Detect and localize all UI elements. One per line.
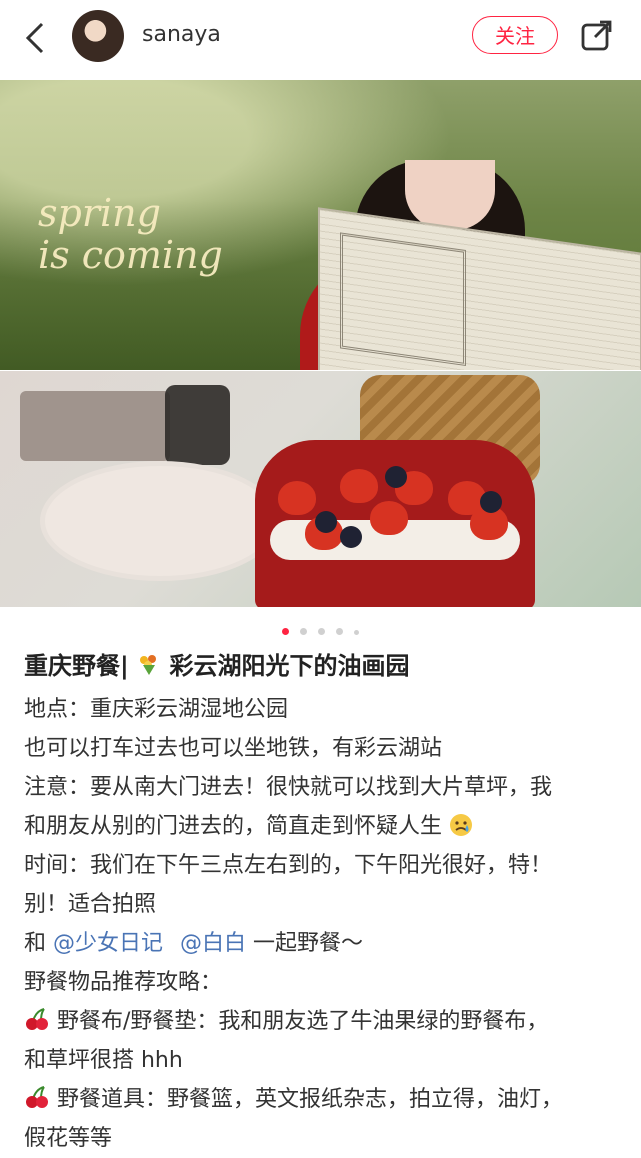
mention-link[interactable]: @少女日记 [53, 931, 163, 956]
post-line-text: 和 [24, 931, 53, 956]
title-suffix: 彩云湖阳光下的油画园 [169, 652, 410, 680]
post-line: 假花等等 [24, 1126, 113, 1151]
blueberry [385, 466, 407, 488]
strawberry [278, 481, 316, 515]
blueberry [315, 511, 337, 533]
post-image-picnic-newspaper[interactable]: spring is coming [0, 80, 641, 370]
blueberry [480, 491, 502, 513]
carousel-dot [336, 628, 344, 635]
post-line: 和 @少女日记 @白白 一起野餐～ [24, 924, 624, 963]
title-prefix: 重庆野餐| [24, 652, 129, 680]
post-title: 重庆野餐| 彩云湖阳光下的油画园 [24, 646, 624, 681]
post-line: 别！适合拍照 [24, 892, 157, 917]
mention-link[interactable]: @白白 [180, 931, 246, 956]
crying-face-icon [450, 814, 473, 836]
username[interactable]: sanaya [142, 22, 221, 47]
overlay-line2: is coming [38, 233, 223, 277]
carousel-dot [318, 628, 325, 635]
post-line-text: 一起野餐～ [253, 931, 364, 956]
post-line: 野餐道具：野餐篮，英文报纸杂志，拍立得，油灯， [24, 1080, 624, 1119]
post-line: 和朋友从别的门进去的，简直走到怀疑人生 [24, 807, 624, 846]
post-line: 野餐布/野餐垫：我和朋友选了牛油果绿的野餐布， [24, 1002, 624, 1041]
plate [40, 461, 280, 581]
strawberry [370, 501, 408, 535]
avatar[interactable] [72, 10, 124, 62]
top-bar: sanaya 关注 [0, 0, 641, 78]
back-arrow-icon[interactable] [20, 20, 52, 56]
image-overlay-text: spring is coming [38, 192, 298, 276]
carousel-indicator [0, 620, 641, 635]
carousel-dot [299, 628, 307, 635]
post-line: 注意：要从南大门进去！很快就可以找到大片草坪，我 [24, 775, 553, 800]
post-line: 野餐物品推荐攻略： [24, 970, 223, 995]
glass [165, 385, 230, 465]
post-image-picnic-cake[interactable] [0, 371, 641, 607]
bouquet-icon [140, 655, 157, 675]
post-line: 和草坪很搭 hhh [24, 1048, 183, 1073]
overlay-line1: spring [38, 191, 161, 235]
cherry-icon [26, 1008, 48, 1030]
post-line-text: 和朋友从别的门进去的，简直走到怀疑人生 [24, 814, 443, 839]
blueberry [340, 526, 362, 548]
post-line-text: 野餐道具：野餐篮，英文报纸杂志，拍立得，油灯， [57, 1087, 564, 1112]
cherry-icon [26, 1086, 48, 1108]
book [20, 391, 170, 461]
newspaper [318, 207, 641, 370]
carousel-dot [354, 630, 360, 635]
person-face [405, 160, 495, 230]
post-line-text: 野餐布/野餐垫：我和朋友选了牛油果绿的野餐布， [57, 1009, 549, 1034]
post-line: 时间：我们在下午三点左右到的，下午阳光很好，特！ [24, 853, 553, 878]
post-line: 地点：重庆彩云湖湿地公园 [24, 697, 289, 722]
strawberry [340, 469, 378, 503]
post-body: 地点：重庆彩云湖湿地公园 也可以打车过去也可以坐地铁，有彩云湖站 注意：要从南大… [24, 690, 624, 1158]
follow-button[interactable]: 关注 [472, 16, 558, 54]
share-icon[interactable] [580, 18, 614, 52]
carousel-dot-active [281, 628, 289, 635]
post-line: 也可以打车过去也可以坐地铁，有彩云湖站 [24, 736, 443, 761]
